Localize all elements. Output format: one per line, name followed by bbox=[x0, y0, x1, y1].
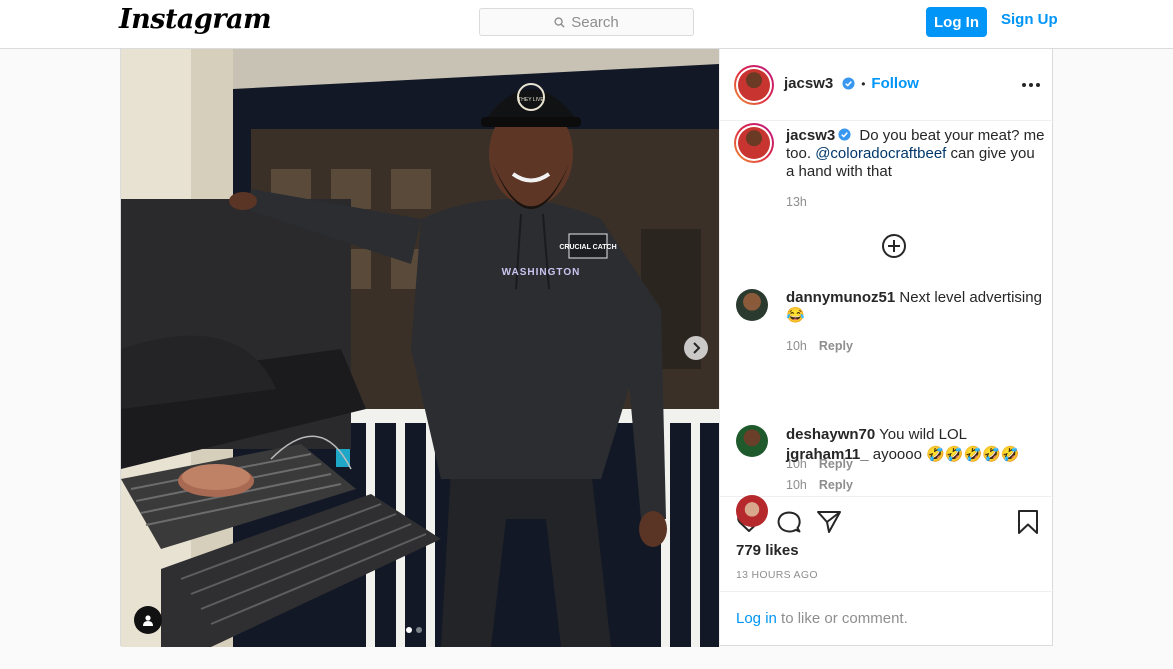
login-prompt-text: to like or comment. bbox=[781, 610, 908, 627]
likes-count[interactable]: 779 likes bbox=[736, 542, 799, 559]
verified-badge-icon bbox=[838, 128, 851, 141]
post-author-line: jacsw3 • Follow bbox=[784, 75, 919, 92]
caption-mention-link[interactable]: @coloradocraftbeef bbox=[815, 145, 946, 162]
carousel-dot-active bbox=[406, 627, 412, 633]
caption-avatar[interactable] bbox=[734, 123, 774, 163]
separator-dot: • bbox=[861, 76, 866, 91]
more-icon bbox=[1022, 83, 1026, 87]
caption-username[interactable]: jacsw3 bbox=[786, 127, 835, 144]
login-prompt: Log in to like or comment. bbox=[720, 591, 1054, 648]
top-nav-bar: Instagram Search Log In Sign Up bbox=[0, 0, 1173, 49]
comment: jgraham11_ ayoooo 🤣🤣🤣🤣🤣 bbox=[786, 446, 1046, 464]
post-card: CRUCIAL CATCH WASHINGTON THEY LIVE jacsw… bbox=[120, 48, 1054, 647]
comment-icon[interactable] bbox=[776, 509, 802, 535]
user-tag-icon bbox=[143, 615, 153, 626]
next-photo-button[interactable] bbox=[684, 336, 708, 360]
chevron-right-icon bbox=[693, 342, 701, 354]
hoodie-text: WASHINGTON bbox=[502, 267, 581, 278]
reply-button[interactable]: Reply bbox=[819, 478, 853, 492]
comment-username[interactable]: jgraham11_ bbox=[786, 446, 869, 463]
caption-time[interactable]: 13h bbox=[786, 195, 807, 209]
commenter-avatar[interactable] bbox=[736, 289, 768, 321]
comment-meta: 10h Reply bbox=[786, 478, 853, 492]
share-icon[interactable] bbox=[816, 509, 842, 535]
carousel-indicator bbox=[406, 627, 422, 633]
add-circle-icon[interactable] bbox=[881, 233, 907, 259]
post-timestamp[interactable]: 13 HOURS AGO bbox=[736, 569, 818, 581]
caption: jacsw3 Do you beat your meat? me too. @c… bbox=[786, 127, 1046, 181]
comment-text: ayoooo 🤣🤣🤣🤣🤣 bbox=[872, 446, 1020, 463]
author-username[interactable]: jacsw3 bbox=[784, 75, 833, 92]
post-side-panel: jacsw3 • Follow jacsw3 Do you beat your … bbox=[719, 49, 1054, 647]
more-options-button[interactable] bbox=[1022, 83, 1040, 87]
carousel-dot bbox=[416, 627, 422, 633]
bookmark-icon[interactable] bbox=[1015, 509, 1041, 535]
comment-username[interactable]: dannymunoz51 bbox=[786, 289, 895, 306]
follow-button[interactable]: Follow bbox=[871, 75, 919, 92]
instagram-logo[interactable]: Instagram bbox=[119, 4, 272, 35]
commenter-avatar[interactable] bbox=[736, 495, 768, 527]
search-icon bbox=[554, 16, 565, 28]
post-header: jacsw3 • Follow bbox=[720, 49, 1054, 121]
comment: deshaywn70 You wild LOL bbox=[786, 426, 1046, 444]
login-link[interactable]: Log in bbox=[736, 610, 777, 627]
post-actions: 779 likes 13 HOURS AGO Log in to like or… bbox=[720, 496, 1054, 647]
post-photo[interactable]: CRUCIAL CATCH WASHINGTON THEY LIVE bbox=[121, 49, 719, 647]
author-avatar[interactable] bbox=[734, 65, 774, 105]
search-placeholder: Search bbox=[571, 13, 619, 31]
signup-link[interactable]: Sign Up bbox=[1001, 11, 1058, 28]
search-input[interactable]: Search bbox=[479, 8, 694, 36]
comment-meta: 10h Reply bbox=[786, 339, 853, 353]
comment-time[interactable]: 10h bbox=[786, 339, 807, 353]
hoodie-patch: CRUCIAL CATCH bbox=[559, 244, 616, 251]
reply-button[interactable]: Reply bbox=[819, 339, 853, 353]
photo-scene: CRUCIAL CATCH WASHINGTON THEY LIVE bbox=[121, 49, 719, 647]
verified-badge-icon bbox=[842, 77, 855, 90]
comment-time[interactable]: 10h bbox=[786, 478, 807, 492]
commenter-avatar[interactable] bbox=[736, 425, 768, 457]
caption-meta: 13h bbox=[786, 195, 807, 209]
comment: dannymunoz51 Next level advertising 😂 bbox=[786, 289, 1046, 325]
comments-section[interactable]: jacsw3 Do you beat your meat? me too. @c… bbox=[720, 121, 1054, 496]
hat-text: THEY LIVE bbox=[518, 97, 544, 103]
login-button[interactable]: Log In bbox=[926, 7, 987, 37]
comment-text: You wild LOL bbox=[879, 426, 967, 443]
comment-username[interactable]: deshaywn70 bbox=[786, 426, 875, 443]
user-tag-button[interactable] bbox=[134, 606, 162, 634]
